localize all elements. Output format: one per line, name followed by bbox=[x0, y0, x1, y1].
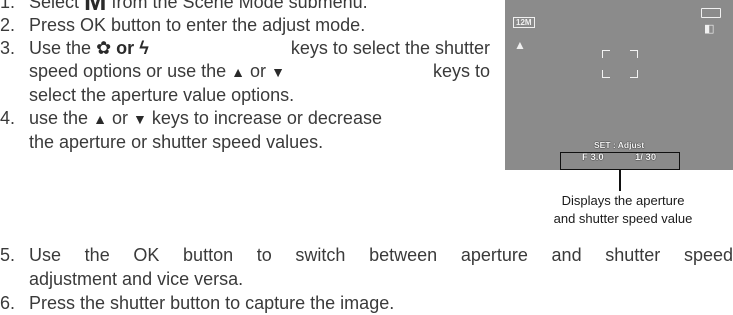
callout-line bbox=[619, 170, 621, 191]
memory-card-icon: ◧ bbox=[704, 23, 715, 35]
resolution-12m-icon: 12M bbox=[513, 17, 535, 28]
focus-bracket-tr bbox=[630, 50, 638, 58]
step-number: 3. bbox=[0, 38, 16, 58]
step-2: 2. Press OK button to enter the adjust m… bbox=[0, 14, 490, 37]
focus-bracket-tl bbox=[602, 50, 610, 58]
step-text: from the Scene Mode submenu. bbox=[106, 0, 368, 12]
step-5: 5. Use the OK button to switch between a… bbox=[0, 245, 733, 289]
step-number: 5. bbox=[0, 245, 16, 265]
camera-lcd-screen: 12M ▲ ◧ SET : Adjust F 3.0 1/ 30 bbox=[505, 0, 733, 170]
flash-bolt-icon: ϟ bbox=[139, 38, 149, 58]
step-4: 4. use the ▲ or ▼ keys to increase or de… bbox=[0, 108, 382, 152]
step-3: 3. Use the ✿ or ϟ keys to select the shu… bbox=[0, 38, 490, 105]
step-number: 4. bbox=[0, 108, 16, 128]
quality-icon: ▲ bbox=[514, 38, 526, 52]
instruction-steps-bottom: 5. Use the OK button to switch between a… bbox=[0, 243, 733, 315]
focus-bracket-bl bbox=[602, 70, 610, 78]
step-1: 1. Select M from the Scene Mode submenu. bbox=[0, 0, 490, 15]
step-text: Select bbox=[29, 0, 85, 12]
set-adjust-label: SET : Adjust bbox=[594, 140, 645, 150]
macro-flower-icon: ✿ bbox=[96, 38, 112, 58]
down-triangle-icon: ▼ bbox=[132, 111, 147, 127]
up-triangle-icon: ▲ bbox=[231, 64, 246, 80]
step-number: 2. bbox=[0, 15, 16, 35]
battery-icon bbox=[701, 8, 721, 18]
callout-caption: Displays the aperture and shutter speed … bbox=[553, 193, 693, 226]
up-triangle-icon: ▲ bbox=[93, 111, 107, 127]
instruction-steps-top: 1. Select M from the Scene Mode submenu.… bbox=[0, 0, 490, 154]
step-6: 6. Press the shutter button to capture t… bbox=[0, 291, 733, 315]
step-number: 1. bbox=[0, 0, 16, 12]
step-text: Press OK button to enter the adjust mode… bbox=[29, 15, 366, 35]
step-text: Press the shutter button to capture the … bbox=[29, 293, 395, 313]
focus-bracket-br bbox=[630, 70, 638, 78]
value-callout-box bbox=[560, 152, 680, 170]
step-number: 6. bbox=[0, 293, 16, 313]
down-triangle-icon: ▼ bbox=[271, 64, 285, 80]
